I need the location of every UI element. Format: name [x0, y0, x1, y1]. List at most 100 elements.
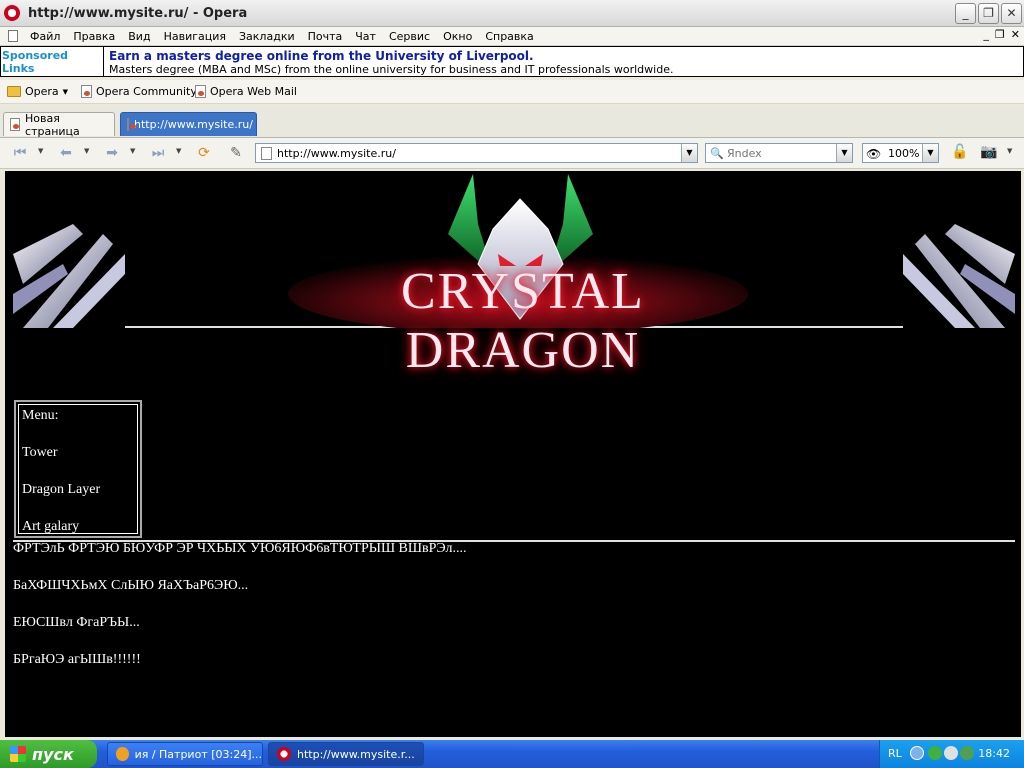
personal-bar-opera-community[interactable]: Opera Community: [81, 85, 197, 98]
chevron-down-icon: ▼: [62, 87, 69, 96]
chevron-down-icon[interactable]: ▼: [1007, 147, 1012, 155]
zoom-dropdown-button[interactable]: ▼: [922, 144, 938, 162]
crystal-shard-left-image: [13, 224, 125, 328]
page-icon: [261, 147, 272, 160]
minimize-button[interactable]: _: [955, 3, 976, 24]
windows-flag-icon: [10, 746, 26, 762]
address-input[interactable]: [277, 145, 677, 161]
taskbar-item-opera[interactable]: http://www.mysite.r...: [268, 742, 424, 766]
taskbar-item-player[interactable]: ия / Патриот [03:24]...: [107, 742, 263, 766]
menu-file[interactable]: Файл: [30, 30, 60, 43]
web-page-content: CRYSTAL DRAGON Menu: Tower Dragon Layer …: [5, 171, 1021, 737]
personal-bar-opera-label: Opera: [25, 85, 59, 98]
page-icon: [10, 118, 21, 131]
page-icon: [81, 85, 92, 98]
chevron-down-icon[interactable]: ▼: [176, 147, 181, 155]
menu-edit[interactable]: Правка: [73, 30, 115, 43]
rewind-icon[interactable]: ⏮: [10, 144, 30, 162]
maximize-button[interactable]: ❐: [978, 3, 999, 24]
sponsored-ad-bar: Sponsored Links Earn a masters degree on…: [0, 46, 1024, 77]
opera-logo-icon: [277, 747, 291, 761]
sponsored-links-label: Sponsored Links: [2, 49, 69, 75]
page-icon: [127, 118, 136, 131]
media-player-icon: [116, 747, 129, 761]
speaker-icon[interactable]: [944, 746, 958, 760]
close-button[interactable]: ✕: [1001, 3, 1022, 24]
navigation-bar: ⏮ ▼ ⬅ ▼ ➡ ▼ ⏭ ▼ ⟳ ✎ ▼ 🔍 ▼ 👁 100% ▼ 🔓 📷 ▼: [0, 138, 1024, 169]
ad-divider: [103, 47, 104, 76]
crystal-shard-right-image: [903, 224, 1015, 328]
opera-logo-icon[interactable]: [4, 5, 20, 21]
search-engine-dropdown-button[interactable]: ▼: [836, 144, 852, 162]
back-arrow-icon[interactable]: ⬅: [56, 144, 76, 162]
chevron-down-icon[interactable]: ▼: [84, 147, 89, 155]
menu-navigation[interactable]: Навигация: [164, 30, 226, 43]
menu-bar: Файл Правка Вид Навигация Закладки Почта…: [0, 27, 1024, 46]
menu-link-art-galary[interactable]: Art galary: [22, 519, 134, 535]
ad-headline-link[interactable]: Earn a masters degree online from the Un…: [109, 49, 534, 63]
search-box[interactable]: 🔍 ▼: [705, 143, 853, 163]
search-input[interactable]: [727, 145, 837, 161]
taskbar-item-label: ия / Патриот [03:24]...: [134, 747, 262, 761]
forward-arrow-icon[interactable]: ➡: [102, 144, 122, 162]
personal-bar-webmail-label: Opera Web Mail: [210, 85, 297, 98]
chevron-down-icon[interactable]: ▼: [38, 147, 43, 155]
menu-label: Menu:: [22, 408, 59, 423]
paragraph: ЕЮСШвл ФгаРЪЫ...: [13, 615, 140, 630]
site-banner: CRYSTAL DRAGON: [13, 174, 1015, 379]
mdi-restore-button[interactable]: ❐: [995, 28, 1005, 41]
zoom-control[interactable]: 👁 100% ▼: [862, 143, 939, 163]
mdi-close-button[interactable]: ✕: [1011, 28, 1020, 41]
search-icon: 🔍: [710, 147, 724, 160]
tab-new-page[interactable]: Новая страница: [3, 111, 115, 138]
menu-link-tower[interactable]: Tower: [22, 445, 134, 461]
mdi-minimize-button[interactable]: _: [983, 28, 989, 41]
start-button[interactable]: пуск: [0, 740, 97, 768]
zoom-value: 100%: [888, 147, 920, 160]
chevron-down-icon[interactable]: ▼: [130, 147, 135, 155]
start-button-label: пуск: [32, 744, 74, 764]
paragraph: БаХФШЧХЬмХ СлЫЮ ЯаХЪаР6ЭЮ...: [13, 578, 249, 593]
network-icon[interactable]: [960, 746, 974, 760]
personal-bar-opera[interactable]: Opera ▼: [7, 85, 68, 98]
page-body-text: ФРТЭлЬ ФРТЭЮ БЮУФР ЭР ЧХЬЫХ УЮ6ЯЮФ6вТЮТР…: [13, 541, 1013, 689]
site-menu-box: Menu: Tower Dragon Layer Art galary: [14, 400, 142, 538]
page-icon: [195, 85, 206, 98]
tab-bar: Новая страница http://www.mysite.ru/: [0, 106, 1024, 138]
folder-icon: [7, 86, 21, 97]
menu-tools[interactable]: Сервис: [389, 30, 430, 43]
menu-link-dragon-layer[interactable]: Dragon Layer: [22, 482, 134, 498]
menu-help[interactable]: Справка: [485, 30, 533, 43]
fast-forward-icon[interactable]: ⏭: [148, 144, 168, 162]
menu-chat[interactable]: Чат: [355, 30, 376, 43]
ad-subtitle: Masters degree (MBA and MSc) from the on…: [109, 63, 674, 76]
system-tray: RL 18:42: [879, 740, 1024, 768]
logo-text: CRYSTAL DRAGON: [401, 263, 645, 379]
taskbar: пуск ия / Патриот [03:24]... http://www.…: [0, 740, 1024, 768]
clock: 18:42: [978, 747, 1010, 760]
reload-icon[interactable]: ⟳: [194, 144, 214, 162]
menu-mail[interactable]: Почта: [308, 30, 343, 43]
address-bar[interactable]: ▼: [255, 143, 698, 163]
camera-icon[interactable]: 📷: [980, 144, 997, 160]
menu-view[interactable]: Вид: [128, 30, 150, 43]
browser-window: http://www.mysite.ru/ - Opera _ ❐ ✕ Файл…: [0, 0, 1024, 740]
address-dropdown-button[interactable]: ▼: [681, 144, 697, 162]
tab-mysite[interactable]: http://www.mysite.ru/: [120, 112, 257, 136]
window-title: http://www.mysite.ru/ - Opera: [28, 6, 248, 21]
language-indicator[interactable]: RL: [888, 747, 902, 760]
edit-pen-icon[interactable]: ✎: [226, 144, 246, 162]
menu-bookmarks[interactable]: Закладки: [239, 30, 295, 43]
menu-window[interactable]: Окно: [443, 30, 472, 43]
paragraph: БРгаЮЭ агЫШв!!!!!!: [13, 652, 141, 667]
tab-new-page-label: Новая страница: [25, 111, 80, 138]
lock-icon[interactable]: 🔓: [951, 144, 968, 160]
back-circle-icon[interactable]: [910, 746, 924, 760]
personal-bar-community-label: Opera Community: [96, 85, 197, 98]
shield-icon[interactable]: [928, 746, 942, 760]
personal-bar: Opera ▼ Opera Community Opera Web Mail: [0, 80, 1024, 104]
document-icon: [8, 30, 18, 42]
title-bar: http://www.mysite.ru/ - Opera _ ❐ ✕: [0, 0, 1024, 27]
personal-bar-opera-web-mail[interactable]: Opera Web Mail: [195, 85, 297, 98]
tab-mysite-label: http://www.mysite.ru/: [134, 118, 253, 131]
